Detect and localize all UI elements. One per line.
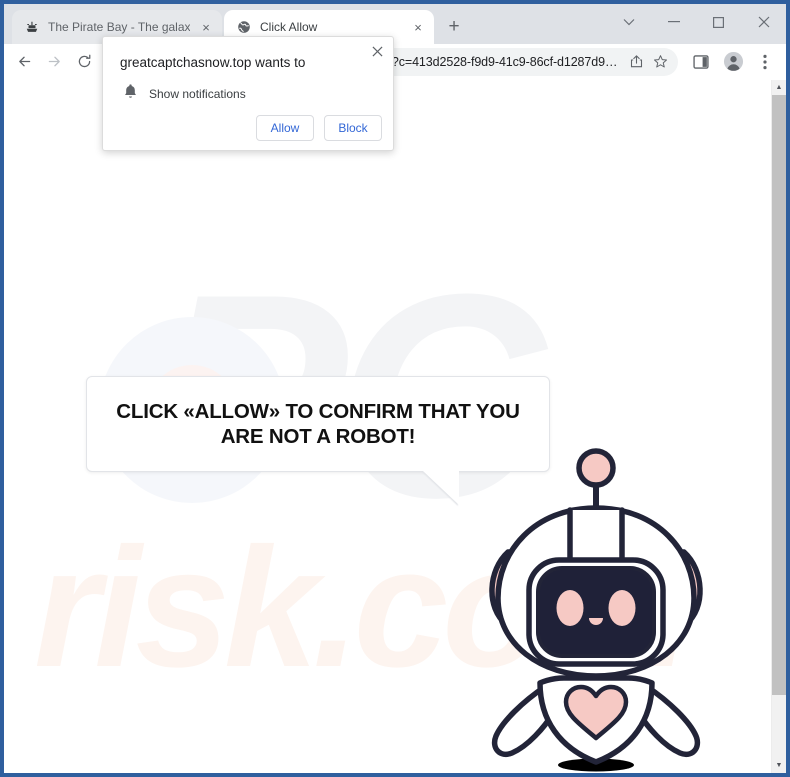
star-icon[interactable]	[648, 50, 672, 74]
scroll-down-button[interactable]: ▼	[772, 758, 786, 773]
permission-label: Show notifications	[149, 86, 246, 101]
speech-bubble-tail	[423, 471, 459, 505]
block-button[interactable]: Block	[324, 115, 382, 141]
scroll-up-button[interactable]: ▲	[772, 80, 786, 95]
page-viewport: PC risk.com CLICK «ALLOW» TO CONFIRM THA…	[4, 80, 786, 773]
tab-search-icon[interactable]	[606, 4, 651, 40]
minimize-button[interactable]	[651, 4, 696, 40]
browser-window: The Pirate Bay - The galaxy's mos × Clic…	[0, 0, 790, 777]
window-controls	[606, 4, 786, 40]
profile-avatar-icon[interactable]	[718, 47, 748, 77]
reload-button[interactable]	[70, 48, 98, 76]
tab-close-icon[interactable]: ×	[198, 19, 214, 35]
robot-mascot	[482, 440, 722, 773]
scrollbar-thumb[interactable]	[772, 95, 786, 695]
share-icon[interactable]	[624, 50, 648, 74]
forward-button[interactable]	[40, 48, 68, 76]
back-button[interactable]	[10, 48, 38, 76]
dialog-title: greatcaptchasnow.top wants to	[120, 55, 306, 70]
allow-button[interactable]: Allow	[256, 115, 314, 141]
new-tab-button[interactable]: +	[440, 13, 468, 41]
pirate-ship-icon	[24, 19, 40, 35]
dialog-close-icon[interactable]	[367, 41, 387, 61]
page-scrollbar[interactable]: ▲ ▼	[771, 80, 786, 773]
speech-bubble-text: CLICK «ALLOW» TO CONFIRM THAT YOU ARE NO…	[102, 399, 533, 449]
page-content: PC risk.com CLICK «ALLOW» TO CONFIRM THA…	[4, 80, 771, 773]
tab-close-icon[interactable]: ×	[410, 19, 426, 35]
close-window-button[interactable]	[741, 4, 786, 40]
permission-row: Show notifications	[103, 71, 393, 104]
three-dot-menu-icon[interactable]	[750, 47, 780, 77]
side-panel-icon[interactable]	[686, 47, 716, 77]
speech-bubble: CLICK «ALLOW» TO CONFIRM THAT YOU ARE NO…	[86, 376, 550, 472]
globe-icon	[236, 19, 252, 35]
notification-permission-dialog: greatcaptchasnow.top wants to Show notif…	[102, 36, 394, 151]
speech-bubble-line-1: CLICK «ALLOW» TO CONFIRM THAT YOU	[116, 400, 520, 423]
maximize-button[interactable]	[696, 4, 741, 40]
speech-bubble-line-2: ARE NOT A ROBOT!	[220, 425, 416, 448]
bell-icon	[123, 83, 138, 104]
dialog-actions: Allow Block	[256, 115, 382, 141]
